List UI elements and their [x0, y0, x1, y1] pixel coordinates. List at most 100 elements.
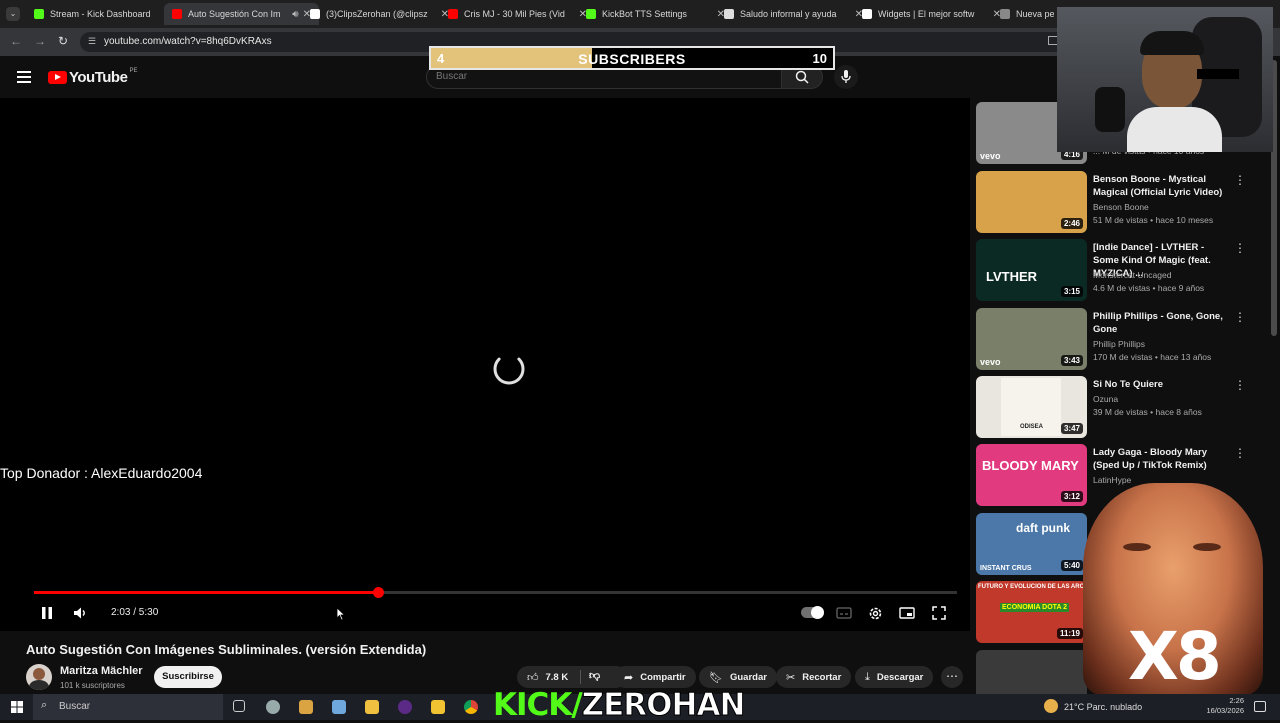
video-options-icon[interactable]: ⋮	[1234, 310, 1246, 324]
recommended-video-channel[interactable]: Benson Boone	[1093, 202, 1149, 212]
taskbar-date: 16/03/2026	[1206, 706, 1244, 715]
search-icon	[795, 70, 809, 84]
fullscreen-icon[interactable]	[932, 606, 946, 620]
kick-prefix: KICK/	[493, 687, 583, 723]
browser-tab[interactable]: Nueva pest	[992, 3, 1062, 25]
webcam-person-hair	[1140, 31, 1204, 55]
webcam-microphone	[1095, 87, 1125, 132]
recommended-video-title[interactable]: Phillip Phillips - Gone, Gone, Gone	[1093, 310, 1231, 336]
tab-title: (3)ClipsZerohan (@clipsz	[326, 9, 428, 19]
task-view-icon[interactable]	[233, 700, 245, 712]
video-options-icon[interactable]: ⋮	[1234, 446, 1246, 460]
recommended-video-title[interactable]: Benson Boone - Mystical Magical (Officia…	[1093, 173, 1231, 199]
chrome-icon[interactable]	[464, 700, 478, 714]
reaction-multiplier: X8	[1128, 618, 1222, 695]
youtube-logo[interactable]: YouTube PE	[48, 68, 137, 86]
more-actions-icon[interactable]: ⋯	[941, 666, 963, 688]
share-label: Compartir	[640, 671, 686, 683]
app-bolt-icon[interactable]	[431, 700, 445, 714]
browser-tab[interactable]: KickBot TTS Settings ✕	[578, 3, 733, 25]
tab-list-icon[interactable]: ⌄	[6, 7, 20, 21]
menu-icon[interactable]	[17, 71, 31, 83]
recommended-video-channel[interactable]: Ozuna	[1093, 394, 1118, 404]
thumbs-up-icon: 👍︎	[527, 671, 539, 684]
file-explorer-icon[interactable]	[365, 700, 379, 714]
subscriber-goal-label: SUBSCRIBERS	[578, 51, 686, 67]
download-icon: ⤓	[865, 670, 870, 683]
media-app-icon[interactable]	[299, 700, 313, 714]
reload-icon[interactable]: ↻	[58, 34, 68, 48]
save-button[interactable]: 🔖︎ Guardar	[699, 666, 777, 688]
recommended-video-title[interactable]: Si No Te Quiere	[1093, 378, 1231, 391]
settings-gear-icon[interactable]	[868, 606, 883, 621]
miniplayer-icon[interactable]	[899, 607, 915, 619]
video-options-icon[interactable]: ⋮	[1234, 241, 1246, 255]
video-thumbnail[interactable]: daft punk INSTANT CRUS 5:40	[976, 513, 1087, 575]
taskbar-clock: 2:26 16/03/2026	[1200, 696, 1244, 716]
webcam-person-shirt	[1127, 107, 1222, 152]
obs-icon[interactable]	[398, 700, 412, 714]
notification-icon[interactable]	[1254, 701, 1266, 712]
subscribe-button[interactable]: Suscribirse	[154, 666, 222, 688]
browser-tab[interactable]: Stream - Kick Dashboard✕	[26, 3, 181, 25]
video-thumbnail[interactable]: BLOODY MARY 3:12	[976, 444, 1087, 506]
channel-name[interactable]: Maritza Mächler	[60, 665, 143, 677]
video-thumbnail[interactable]: FUTURO Y EVOLUCION DE LAS ARCANAS ECONOMI…	[976, 581, 1087, 643]
pause-icon[interactable]	[40, 606, 54, 620]
tab-title: Stream - Kick Dashboard	[50, 9, 151, 19]
channel-avatar[interactable]	[26, 664, 52, 690]
browser-tab[interactable]: Saludo informal y ayuda ✕	[716, 3, 871, 25]
recommended-video-title[interactable]: Lady Gaga - Bloody Mary (Sped Up / TikTo…	[1093, 446, 1231, 472]
autoplay-toggle[interactable]	[801, 606, 824, 619]
captions-icon[interactable]	[836, 607, 852, 619]
settings-app-icon[interactable]	[266, 700, 280, 714]
video-options-icon[interactable]: ⋮	[1234, 173, 1246, 187]
browser-tab[interactable]: Widgets | El mejor softw ✕	[854, 3, 1009, 25]
recommended-video[interactable]: LVTHER 3:15 [Indie Dance] - LVTHER - Some …	[976, 239, 1266, 303]
voice-search-button[interactable]	[834, 65, 858, 89]
save-label: Guardar	[729, 671, 767, 683]
avatar-figure	[33, 668, 45, 680]
autoplay-toggle-knob	[811, 606, 824, 619]
volume-icon[interactable]	[73, 606, 89, 620]
download-label: Descargar	[876, 671, 924, 683]
video-thumbnail[interactable]: vevo 3:43	[976, 308, 1087, 370]
recommended-video[interactable]: 2:46 Benson Boone - Mystical Magical (Off…	[976, 171, 1266, 235]
video-thumbnail[interactable]: 2:46	[976, 171, 1087, 233]
clip-button[interactable]: ✂ Recortar	[776, 666, 852, 688]
browser-tab[interactable]: Cris MJ - 30 Mil Pies (Vid ✕	[440, 3, 595, 25]
back-icon[interactable]: ←	[10, 34, 22, 48]
youtube-play-icon	[48, 71, 67, 84]
video-thumbnail[interactable]: ODISEA 3:47	[976, 376, 1087, 438]
thumbnail-text: BLOODY MARY	[982, 458, 1079, 473]
top-donor-text: Top Donador : AlexEduardo2004	[0, 465, 203, 481]
like-button[interactable]: 👍︎ 7.8 K 👎︎	[517, 666, 627, 688]
subscriber-goal-target: 10	[812, 51, 827, 66]
thumbs-down-icon[interactable]: 👎︎	[589, 669, 600, 682]
forward-icon[interactable]: →	[34, 34, 46, 48]
sunglasses-icon	[1197, 69, 1239, 79]
video-progress-bar[interactable]	[34, 587, 957, 598]
recommended-video[interactable]: vevo 3:43 Phillip Phillips - Gone, Gone, G…	[976, 308, 1266, 372]
reaction-overlay: X8	[1083, 483, 1263, 695]
video-player[interactable]	[0, 98, 970, 631]
browser-tab[interactable]: (3)ClipsZerohan (@clipsz ✕	[302, 3, 457, 25]
taskbar-search[interactable]: ⌕ Buscar	[33, 694, 223, 720]
app-icon[interactable]	[332, 700, 346, 714]
recommended-video-channel[interactable]: Phillip Phillips	[1093, 339, 1145, 349]
tab-favicon-icon	[862, 9, 872, 19]
windows-start-icon[interactable]	[11, 701, 23, 713]
video-duration: 3:15	[1060, 286, 1083, 297]
download-button[interactable]: ⤓ Descargar	[855, 666, 934, 688]
search-placeholder: Buscar	[436, 71, 468, 82]
recommended-video[interactable]: ODISEA 3:47 Si No Te Quiere Ozuna 39 M de vi…	[976, 376, 1266, 440]
recommended-video-channel[interactable]: Monstercat Uncaged	[1093, 270, 1171, 280]
site-info-icon[interactable]: ☰	[88, 36, 96, 47]
share-button[interactable]: ➦ Compartir	[614, 666, 696, 688]
tab-audio-icon[interactable]: 🔊︎	[292, 9, 298, 20]
cursor-icon	[336, 607, 346, 621]
video-options-icon[interactable]: ⋮	[1234, 378, 1246, 392]
video-thumbnail[interactable]: LVTHER 3:15	[976, 239, 1087, 301]
thumbnail-text: ECONOMIA DOTA 2	[1000, 603, 1070, 612]
browser-tab[interactable]: Auto Sugestión Con Im 🔊︎ ✕	[164, 3, 319, 25]
